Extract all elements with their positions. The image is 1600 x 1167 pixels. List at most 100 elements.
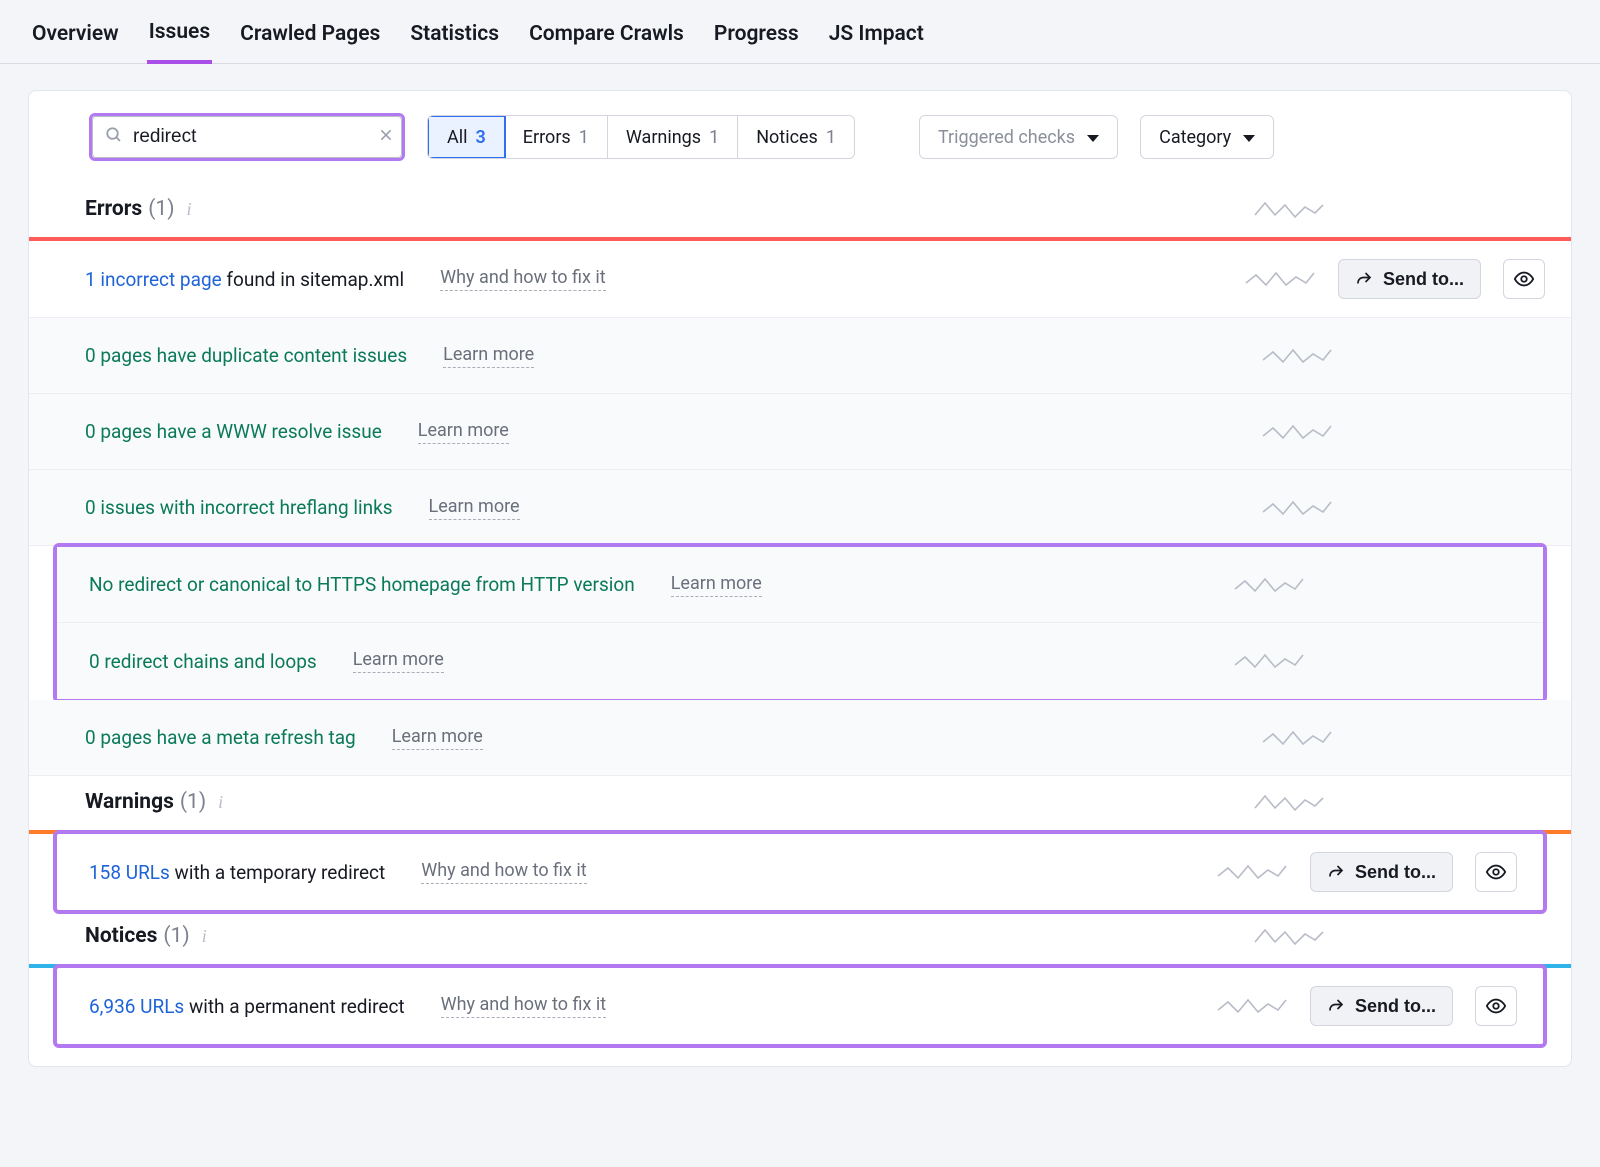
sparkline-icon: [1253, 790, 1325, 814]
info-icon[interactable]: i: [187, 199, 192, 220]
issue-link[interactable]: 6,936 URLs: [89, 995, 184, 1018]
filter-errors[interactable]: Errors 1: [505, 116, 608, 158]
sparkline-icon: [1253, 197, 1325, 221]
sparkline-icon: [1261, 726, 1333, 750]
filter-count: 1: [826, 127, 836, 148]
learn-more-link[interactable]: Learn more: [418, 420, 509, 444]
tab-progress[interactable]: Progress: [712, 22, 801, 62]
sparkline-icon: [1216, 994, 1288, 1018]
learn-more-link[interactable]: Learn more: [429, 496, 520, 520]
share-arrow-icon: [1327, 863, 1345, 881]
issue-rest: with a permanent redirect: [184, 995, 404, 1018]
issue-rest: with incorrect hreflang links: [155, 496, 393, 519]
warning-highlight: 158 URLs with a temporary redirect Why a…: [53, 830, 1547, 914]
why-fix-link[interactable]: Why and how to fix it: [421, 860, 586, 884]
section-header-errors: Errors (1) i: [29, 183, 1571, 241]
issue-row: 0 issues with incorrect hreflang links L…: [29, 470, 1571, 546]
learn-more-link[interactable]: Learn more: [353, 649, 444, 673]
tab-js-impact[interactable]: JS Impact: [827, 22, 926, 62]
button-label: Send to...: [1355, 996, 1436, 1017]
issue-row: 0 redirect chains and loops Learn more: [57, 623, 1543, 699]
section-count: (1): [163, 924, 189, 948]
search-input[interactable]: [133, 126, 378, 148]
filter-count: 3: [476, 127, 486, 148]
dropdown-label: Triggered checks: [938, 127, 1075, 148]
issue-link[interactable]: No redirect or canonical to HTTPS homepa…: [89, 573, 635, 596]
eye-icon: [1513, 268, 1535, 290]
issue-text: 0 pages have a WWW resolve issue: [85, 420, 382, 443]
issue-rest: found in sitemap.xml: [222, 268, 404, 291]
filter-label: Warnings: [626, 127, 701, 148]
eye-icon: [1485, 995, 1507, 1017]
filter-warnings[interactable]: Warnings 1: [608, 116, 738, 158]
issue-text: 158 URLs with a temporary redirect: [89, 861, 385, 884]
sparkline-icon: [1261, 420, 1333, 444]
search-highlight: [89, 113, 405, 161]
issue-link[interactable]: 158 URLs: [89, 861, 170, 884]
section-title: Warnings: [85, 790, 174, 814]
issue-link[interactable]: 0 pages: [85, 344, 152, 367]
why-fix-link[interactable]: Why and how to fix it: [441, 994, 606, 1018]
chevron-down-icon: [1087, 135, 1099, 142]
why-fix-link[interactable]: Why and how to fix it: [440, 267, 605, 291]
issue-link[interactable]: 0 issues: [85, 496, 155, 519]
issue-rest: have a meta refresh tag: [152, 726, 356, 749]
view-button[interactable]: [1503, 259, 1545, 299]
issue-text: 0 redirect chains and loops: [89, 650, 317, 673]
issue-row: 6,936 URLs with a permanent redirect Why…: [57, 968, 1543, 1044]
learn-more-link[interactable]: Learn more: [443, 344, 534, 368]
issue-link[interactable]: 0 pages: [85, 420, 152, 443]
issue-rest: have a WWW resolve issue: [152, 420, 382, 443]
send-to-button[interactable]: Send to...: [1310, 852, 1453, 892]
clear-icon[interactable]: [378, 127, 394, 148]
search-box[interactable]: [92, 116, 402, 158]
filter-notices[interactable]: Notices 1: [738, 116, 854, 158]
button-label: Send to...: [1355, 862, 1436, 883]
sparkline-icon: [1261, 344, 1333, 368]
learn-more-link[interactable]: Learn more: [392, 726, 483, 750]
issue-text: 6,936 URLs with a permanent redirect: [89, 995, 405, 1018]
share-arrow-icon: [1327, 997, 1345, 1015]
filter-count: 1: [579, 127, 589, 148]
tab-compare-crawls[interactable]: Compare Crawls: [527, 22, 686, 62]
issue-text: 0 issues with incorrect hreflang links: [85, 496, 393, 519]
filter-all[interactable]: All 3: [427, 115, 506, 159]
view-button[interactable]: [1475, 852, 1517, 892]
chevron-down-icon: [1243, 135, 1255, 142]
sparkline-icon: [1261, 496, 1333, 520]
info-icon[interactable]: i: [202, 926, 207, 947]
issue-row: 0 pages have duplicate content issues Le…: [29, 318, 1571, 394]
issue-link[interactable]: 0 pages: [85, 726, 152, 749]
section-header-warnings: Warnings (1) i: [29, 776, 1571, 834]
filter-count: 1: [709, 127, 719, 148]
top-tabs: Overview Issues Crawled Pages Statistics…: [0, 0, 1600, 64]
issue-text: 0 pages have duplicate content issues: [85, 344, 407, 367]
send-to-button[interactable]: Send to...: [1310, 986, 1453, 1026]
search-icon: [105, 126, 123, 149]
tab-crawled-pages[interactable]: Crawled Pages: [238, 22, 382, 62]
issue-text: 0 pages have a meta refresh tag: [85, 726, 356, 749]
issue-rest: have duplicate content issues: [152, 344, 407, 367]
info-icon[interactable]: i: [218, 792, 223, 813]
sparkline-icon: [1233, 573, 1305, 597]
triggered-checks-dropdown[interactable]: Triggered checks: [919, 115, 1118, 159]
filter-label: Notices: [756, 127, 818, 148]
sparkline-icon: [1233, 649, 1305, 673]
tab-issues[interactable]: Issues: [147, 20, 212, 64]
sparkline-icon: [1253, 924, 1325, 948]
learn-more-link[interactable]: Learn more: [671, 573, 762, 597]
sparkline-icon: [1244, 267, 1316, 291]
issue-row: No redirect or canonical to HTTPS homepa…: [57, 547, 1543, 623]
issue-row: 0 pages have a meta refresh tag Learn mo…: [29, 700, 1571, 776]
issue-link[interactable]: 0 redirect chains and loops: [89, 650, 317, 673]
filter-label: All: [447, 127, 468, 148]
tab-overview[interactable]: Overview: [30, 22, 121, 62]
issue-link[interactable]: 1 incorrect page: [85, 268, 222, 291]
tab-statistics[interactable]: Statistics: [408, 22, 501, 62]
issue-text: 1 incorrect page found in sitemap.xml: [85, 268, 404, 291]
category-dropdown[interactable]: Category: [1140, 115, 1274, 159]
issues-card: All 3 Errors 1 Warnings 1 Notices 1: [28, 90, 1572, 1067]
toolbar: All 3 Errors 1 Warnings 1 Notices 1: [29, 91, 1571, 183]
view-button[interactable]: [1475, 986, 1517, 1026]
send-to-button[interactable]: Send to...: [1338, 259, 1481, 299]
